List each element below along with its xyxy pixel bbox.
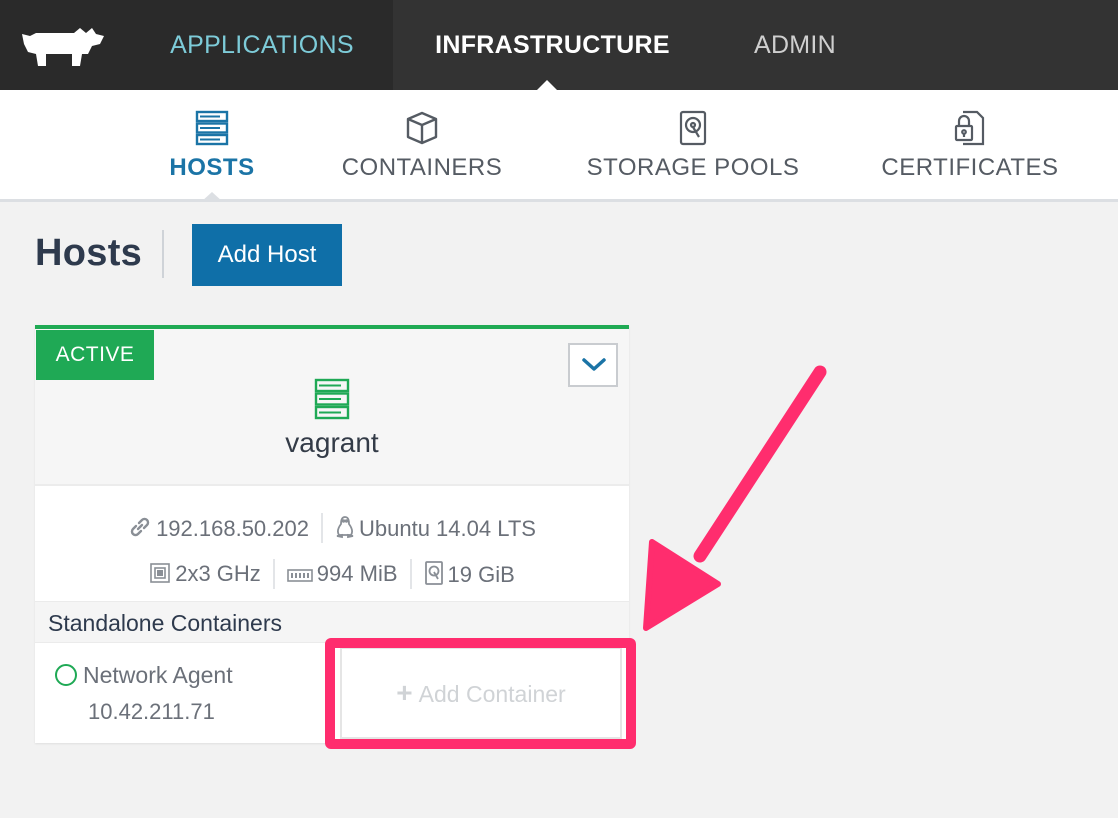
host-memory-text: 994 MiB bbox=[316, 561, 398, 586]
tab-certificates[interactable]: CERTIFICATES bbox=[872, 110, 1068, 190]
lock-document-icon bbox=[954, 110, 985, 146]
host-memory: 994 MiB bbox=[286, 561, 398, 587]
title-divider bbox=[162, 230, 164, 278]
cube-icon bbox=[406, 111, 438, 145]
cpu-icon bbox=[150, 563, 171, 583]
container-name[interactable]: Network Agent bbox=[83, 662, 233, 688]
top-nav: APPLICATIONS INFRASTRUCTURE ADMIN bbox=[0, 0, 1118, 91]
server-icon bbox=[314, 378, 350, 420]
tab-hosts[interactable]: HOSTS bbox=[160, 110, 264, 190]
tab-storage-pools-label: STORAGE POOLS bbox=[586, 154, 800, 181]
status-badge: ACTIVE bbox=[36, 330, 154, 380]
host-cpu-text: 2x3 GHz bbox=[175, 561, 261, 586]
nav-infrastructure[interactable]: INFRASTRUCTURE bbox=[420, 0, 685, 90]
annotation-highlight-box bbox=[325, 638, 636, 749]
link-icon bbox=[130, 517, 150, 536]
host-storage: 19 GiB bbox=[424, 560, 515, 588]
host-ip-text: 192.168.50.202 bbox=[156, 515, 309, 541]
host-os-text: Ubuntu 14.04 LTS bbox=[359, 515, 536, 541]
hard-drive-icon bbox=[424, 560, 443, 585]
host-card-header: ACTIVE vagrant bbox=[35, 329, 629, 486]
container-item[interactable]: Network Agent bbox=[55, 662, 233, 689]
host-actions-dropdown-button[interactable] bbox=[568, 343, 618, 387]
info-separator bbox=[321, 513, 323, 543]
host-ip: 192.168.50.202 bbox=[128, 515, 309, 542]
host-cpu: 2x3 GHz bbox=[149, 561, 261, 587]
tab-certificates-label: CERTIFICATES bbox=[881, 154, 1059, 181]
add-host-button[interactable]: Add Host bbox=[192, 224, 342, 286]
tab-containers-label: CONTAINERS bbox=[341, 154, 503, 181]
info-separator bbox=[409, 559, 412, 589]
hard-drive-icon bbox=[679, 110, 707, 146]
host-info-row-2: 2x3 GHz 994 MiB 19 GiB bbox=[35, 559, 629, 589]
tab-hosts-label: HOSTS bbox=[169, 154, 255, 181]
chevron-down-icon bbox=[582, 358, 606, 371]
nav-admin[interactable]: ADMIN bbox=[730, 0, 860, 90]
nav-applications[interactable]: APPLICATIONS bbox=[148, 0, 376, 90]
tab-storage-pools[interactable]: STORAGE POOLS bbox=[578, 110, 808, 190]
memory-icon bbox=[286, 569, 313, 582]
rancher-cow-icon[interactable] bbox=[16, 24, 108, 70]
tab-containers[interactable]: CONTAINERS bbox=[330, 110, 514, 190]
info-separator bbox=[272, 559, 275, 589]
container-status-circle-icon bbox=[55, 664, 77, 686]
sub-nav: HOSTS CONTAINERS STORAGE POOLS CERTIFICA… bbox=[0, 90, 1118, 202]
host-info-row-1: 192.168.50.202 Ubuntu 14.04 LTS bbox=[35, 513, 629, 543]
server-icon bbox=[195, 110, 229, 146]
page-title: Hosts bbox=[35, 232, 143, 274]
tab-active-caret bbox=[201, 192, 223, 202]
standalone-containers-label: Standalone Containers bbox=[35, 601, 629, 643]
container-ip: 10.42.211.71 bbox=[88, 699, 215, 724]
host-name[interactable]: vagrant bbox=[35, 427, 629, 459]
host-storage-text: 19 GiB bbox=[447, 561, 515, 587]
linux-tux-icon bbox=[336, 515, 354, 538]
host-os: Ubuntu 14.04 LTS bbox=[335, 515, 536, 542]
